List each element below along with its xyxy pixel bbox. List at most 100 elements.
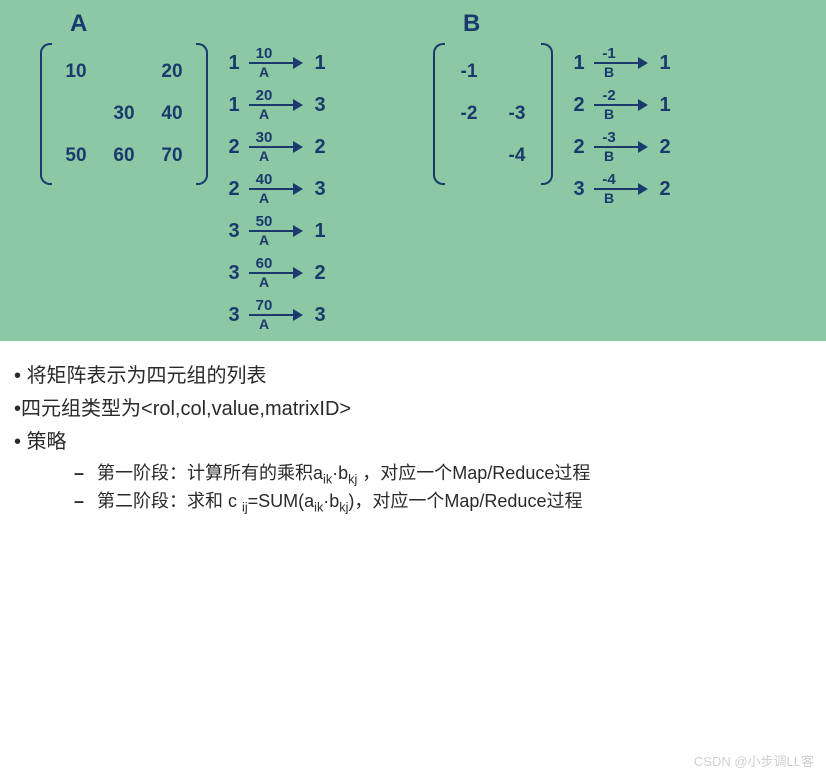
mapping-row: 350A 1	[223, 210, 331, 252]
matrix-cell: 70	[148, 135, 196, 177]
mapping-row: 110A1	[223, 42, 331, 84]
panel-b-title: B	[463, 10, 806, 38]
mapping-dst: 3	[309, 94, 331, 117]
mapping-label: B	[604, 64, 614, 80]
matrix-a: 10 203040 506070	[40, 43, 208, 185]
note-text: 策略	[27, 431, 67, 453]
mapping-arrow: 40A	[249, 172, 301, 205]
arrow-icon	[277, 272, 301, 274]
mapping-label: A	[259, 190, 269, 206]
mapping-row: 1-1B1	[568, 42, 676, 84]
panel-a-title: A	[70, 10, 413, 38]
mapping-arrow: -4B	[594, 172, 646, 205]
mapping-src: 2	[568, 94, 590, 117]
mapping-src: 3	[223, 304, 245, 327]
bracket-left-icon	[433, 43, 445, 185]
mapping-label: B	[604, 106, 614, 122]
arrow-icon	[277, 146, 301, 148]
mapping-row: 2-2B 1	[568, 84, 676, 126]
mapping-value: -3	[594, 130, 624, 148]
mappings-a: 110A1120A3230A2240A3350A1360A2370A3	[223, 38, 331, 336]
mappings-b: 1-1B12-2B12-3B23-4B2	[568, 38, 676, 210]
mapping-arrow: 10A	[249, 46, 301, 79]
note-sub: ik	[314, 500, 323, 514]
mapping-value: 10	[249, 46, 279, 64]
mapping-label: A	[259, 106, 269, 122]
note-line: •四元组类型为<rol,col,value,matrixID>	[14, 394, 806, 425]
note-text: 第一阶段：计算所有的乘积a	[97, 463, 323, 483]
matrix-cell	[493, 51, 541, 93]
mapping-label: A	[259, 232, 269, 248]
note-sub: ik	[323, 473, 332, 487]
arrow-icon	[622, 62, 646, 64]
matrix-cell: 20	[148, 51, 196, 93]
matrix-cell: 40	[148, 93, 196, 135]
mapping-dst: 1	[309, 220, 331, 243]
note-line: • 策略	[14, 427, 806, 458]
mapping-label: A	[259, 64, 269, 80]
matrix-cell: -1	[445, 51, 493, 93]
mapping-value: 40	[249, 172, 279, 190]
mapping-label: B	[604, 148, 614, 164]
mapping-dst: 3	[309, 178, 331, 201]
arrow-icon	[277, 188, 301, 190]
mapping-src: 2	[223, 136, 245, 159]
note-sub: kj	[348, 473, 357, 487]
mapping-src: 1	[568, 52, 590, 75]
note-text: ，对应一个Map/Reduce过程	[357, 463, 590, 483]
matrix-cell: 30	[100, 93, 148, 135]
mapping-dst: 1	[654, 94, 676, 117]
matrix-cell: -2	[445, 93, 493, 135]
matrix-cell: 60	[100, 135, 148, 177]
note-line: • 将矩阵表示为四元组的列表	[14, 361, 806, 392]
mapping-value: -2	[594, 88, 624, 106]
matrix-cell: 50	[52, 135, 100, 177]
watermark: CSDN @小步调LL客	[694, 751, 814, 770]
matrix-cell	[445, 135, 493, 177]
mapping-src: 3	[568, 178, 590, 201]
mapping-dst: 2	[309, 136, 331, 159]
mapping-dst: 3	[309, 304, 331, 327]
mapping-row: 240A 3	[223, 168, 331, 210]
matrix-cell	[52, 93, 100, 135]
arrow-icon	[622, 146, 646, 148]
arrow-icon	[277, 314, 301, 316]
bracket-right-icon	[196, 43, 208, 185]
matrix-cell: -3	[493, 93, 541, 135]
bracket-right-icon	[541, 43, 553, 185]
note-text: 第二阶段：求和 c	[97, 491, 242, 511]
mapping-value: -1	[594, 46, 624, 64]
note-text: ·b	[332, 463, 348, 483]
matrix-b: -1-2-3-4	[433, 43, 553, 185]
mapping-arrow: 70A	[249, 298, 301, 331]
mapping-dst: 2	[309, 262, 331, 285]
mapping-label: A	[259, 274, 269, 290]
matrix-cell: -4	[493, 135, 541, 177]
matrix-cell: 10	[52, 51, 100, 93]
mapping-dst: 2	[654, 178, 676, 201]
mapping-value: 70	[249, 298, 279, 316]
mapping-src: 3	[223, 220, 245, 243]
mapping-src: 2	[223, 178, 245, 201]
bracket-left-icon	[40, 43, 52, 185]
note-text: ·b	[323, 491, 339, 511]
notes: • 将矩阵表示为四元组的列表 •四元组类型为<rol,col,value,mat…	[0, 341, 826, 520]
mapping-arrow: -2B	[594, 88, 646, 121]
mapping-value: -4	[594, 172, 624, 190]
mapping-row: 230A2	[223, 126, 331, 168]
mapping-label: B	[604, 190, 614, 206]
mapping-row: 3-4B 2	[568, 168, 676, 210]
note-subline: – 第一阶段：计算所有的乘积aik·bkj ，对应一个Map/Reduce过程	[74, 460, 806, 488]
mapping-row: 120A3	[223, 84, 331, 126]
note-text: 四元组类型为<rol,col,value,matrixID>	[21, 398, 351, 420]
arrow-icon	[622, 188, 646, 190]
mapping-arrow: 30A	[249, 130, 301, 163]
mapping-value: 50	[249, 214, 279, 232]
note-subline: – 第二阶段：求和 c ij=SUM(aik·bkj)，对应一个Map/Redu…	[74, 488, 806, 516]
panel-b: B -1-2-3-4 1-1B12-2B12-3B23-4B2	[433, 10, 806, 336]
mapping-value: 60	[249, 256, 279, 274]
mapping-arrow: 50A	[249, 214, 301, 247]
matrix-cell	[100, 51, 148, 93]
mapping-src: 1	[223, 94, 245, 117]
mapping-row: 360A2	[223, 252, 331, 294]
